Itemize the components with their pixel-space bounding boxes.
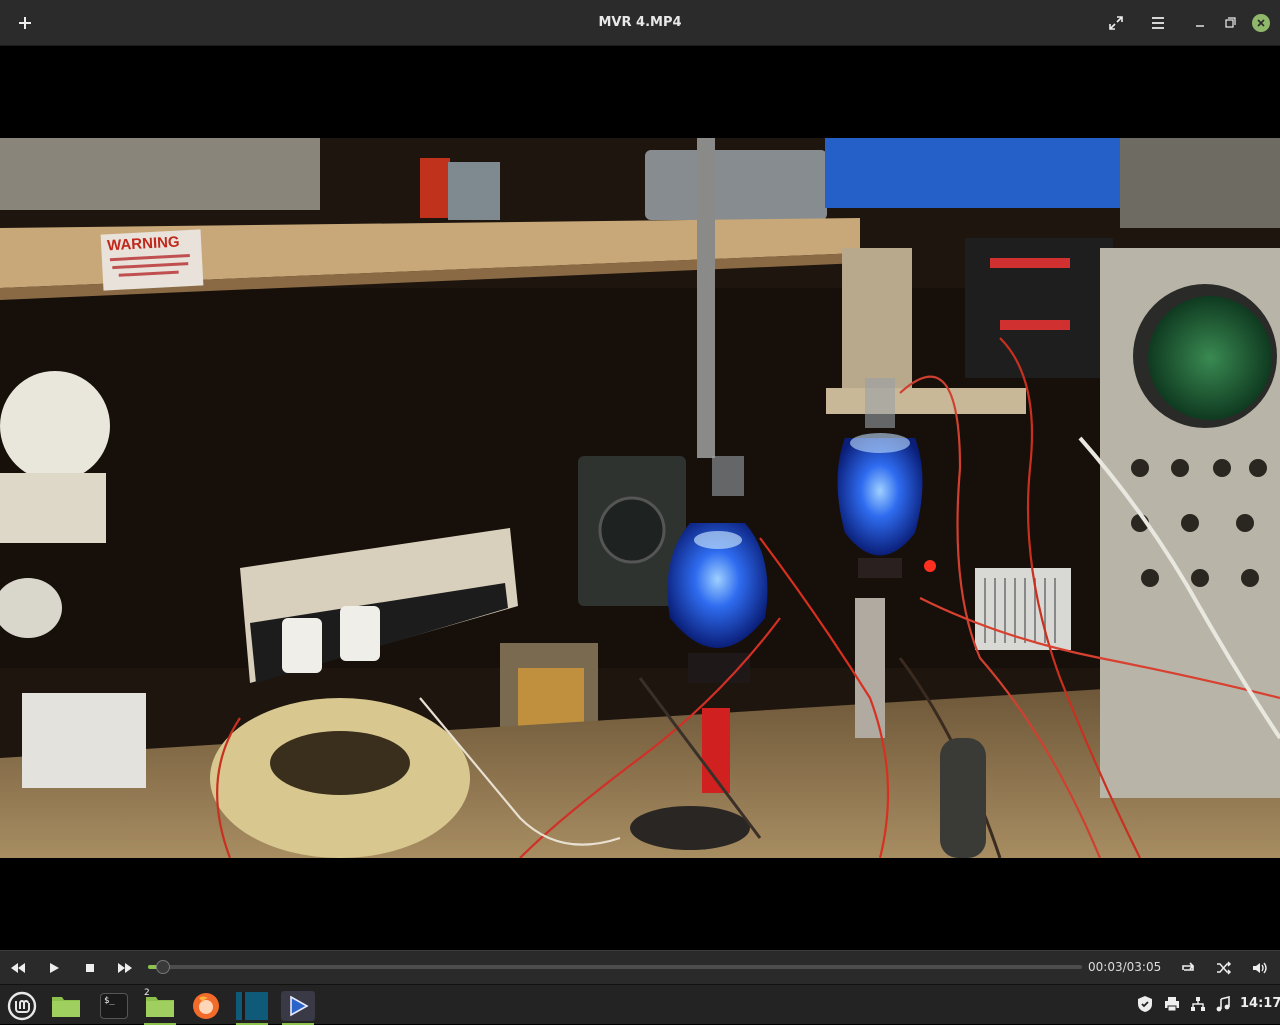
taskbar-media-player[interactable] <box>278 987 318 1025</box>
fullscreen-icon <box>1109 16 1123 30</box>
fast-forward-button[interactable] <box>113 956 137 980</box>
video-frame[interactable]: WARNING <box>0 138 1280 858</box>
taskbar-terminal[interactable]: $_ <box>94 987 134 1025</box>
shuffle-button[interactable] <box>1212 956 1236 980</box>
fullscreen-button[interactable] <box>1101 8 1131 38</box>
stop-icon <box>86 964 94 972</box>
menu-icon <box>1152 17 1164 29</box>
clock[interactable]: 14:17 <box>1240 984 1280 1024</box>
duration: 03:05 <box>1126 960 1162 974</box>
tray-network[interactable] <box>1187 986 1209 1022</box>
current-time: 00:03 <box>1088 960 1123 974</box>
folder-icon <box>52 997 80 1017</box>
volume-button[interactable] <box>1248 956 1272 980</box>
fast-forward-icon <box>118 963 132 973</box>
tray-printer[interactable] <box>1161 986 1183 1022</box>
music-icon <box>1216 996 1230 1012</box>
shuffle-icon <box>1217 961 1232 975</box>
seek-bar[interactable] <box>148 960 1082 974</box>
volume-icon <box>1253 962 1267 974</box>
terminal-glyph: $_ <box>104 996 115 1006</box>
taskbar-files-window[interactable]: 2 <box>140 987 180 1025</box>
minimize-icon <box>1196 25 1204 27</box>
workspace-badge: 2 <box>144 988 150 998</box>
tray-update-manager[interactable] <box>1134 986 1156 1022</box>
tray-sound[interactable] <box>1212 986 1234 1022</box>
play-button[interactable] <box>42 956 66 980</box>
close-icon <box>1252 14 1270 32</box>
repeat-icon <box>1182 962 1195 971</box>
time-display: 00:03/03:05 <box>1088 960 1162 974</box>
rewind-icon <box>11 963 25 973</box>
taskbar-files[interactable] <box>46 987 86 1025</box>
play-icon <box>50 963 59 973</box>
maximize-icon <box>1225 17 1236 28</box>
add-button[interactable] <box>10 8 40 38</box>
repeat-button[interactable] <box>1176 956 1200 980</box>
network-icon <box>1191 997 1205 1011</box>
maximize-button[interactable] <box>1215 8 1245 38</box>
taskbar-editor-window[interactable] <box>232 987 272 1025</box>
rewind-button[interactable] <box>6 956 30 980</box>
close-button[interactable] <box>1246 8 1276 38</box>
firefox-icon <box>193 993 219 1019</box>
mint-logo-icon <box>7 991 37 1021</box>
stop-button[interactable] <box>78 956 102 980</box>
title-bar: MVR 4.MP4 <box>0 0 1280 46</box>
sidebar-app-icon <box>236 992 268 1020</box>
menu-launcher[interactable] <box>2 987 42 1025</box>
shield-icon <box>1138 996 1152 1012</box>
window-title: MVR 4.MP4 <box>598 15 682 30</box>
printer-icon <box>1165 997 1179 1012</box>
add-icon <box>19 17 31 29</box>
taskbar-firefox[interactable] <box>186 987 226 1025</box>
video-scene: WARNING <box>0 138 1280 858</box>
terminal-icon: $_ <box>100 993 128 1019</box>
video-area[interactable]: WARNING <box>0 46 1280 950</box>
minimize-button[interactable] <box>1185 8 1215 38</box>
media-player-icon <box>281 991 315 1021</box>
seek-handle[interactable] <box>155 960 170 974</box>
taskbar: $_ 2 <box>0 984 1280 1025</box>
menu-button[interactable] <box>1143 8 1173 38</box>
